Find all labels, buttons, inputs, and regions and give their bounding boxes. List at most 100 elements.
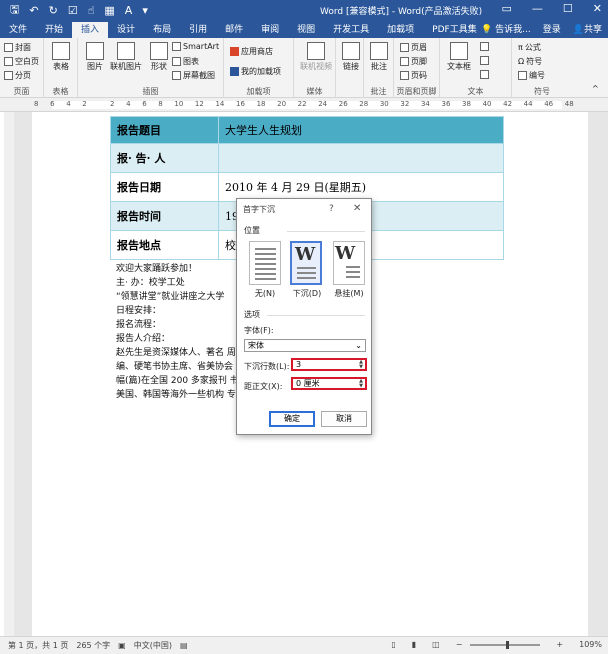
option-margin-label[interactable]: 悬挂(M) [333,288,365,299]
ribbon-display-icon[interactable]: ▭ [502,2,512,15]
spinner-icon[interactable]: ▲ ▼ [358,360,364,370]
link-button[interactable]: 链接 [336,40,366,72]
read-mode-icon[interactable]: ▯ [391,640,395,649]
tab-references[interactable]: 引用 [180,22,216,38]
collapse-ribbon-icon[interactable]: ^ [592,84,599,93]
textbox-button[interactable]: 文本框 [442,40,476,72]
shapes-button[interactable]: 形状 [144,40,174,72]
zoom-level[interactable]: 109% [579,640,602,649]
tab-insert[interactable]: 插入 [72,22,109,38]
zoom-in-icon[interactable]: + [556,640,563,649]
option-drop[interactable]: W [290,241,322,285]
close-icon[interactable]: ✕ [593,2,602,15]
table-button[interactable]: 表格 [46,40,76,72]
tab-review[interactable]: 审阅 [252,22,288,38]
tab-addins[interactable]: 加载项 [378,22,423,38]
macro-icon[interactable]: ▤ [180,641,188,650]
customize-icon[interactable]: ▾ [142,4,148,17]
smartart-button[interactable]: SmartArt [172,42,219,51]
font-select[interactable]: 宋体 ⌄ [244,339,366,352]
ruler-numbers: 8 6 4 2 2 4 6 8 10 12 14 16 18 20 22 24 26 28 30 32 34 36 38 40… [34,100,574,108]
tab-home[interactable]: 开始 [36,22,72,38]
undo-icon[interactable]: ↶ [29,4,38,17]
print-layout-icon[interactable]: ▮ [412,640,416,649]
tab-mailings[interactable]: 邮件 [216,22,252,38]
table-cell-label[interactable]: 报告日期 [110,172,219,202]
tab-pdf-tools[interactable]: PDF工具集 [423,22,486,38]
number-button[interactable]: 编号 [518,70,545,81]
save-icon[interactable]: 🖫 [10,1,19,20]
horizontal-ruler[interactable]: 8 6 4 2 2 4 6 8 10 12 14 16 18 20 22 24 26 28 30 32 34 36 38 40… [0,98,608,112]
cancel-button[interactable]: 取消 [321,411,367,427]
maximize-icon[interactable]: ☐ [563,2,573,15]
picture-button[interactable]: 图片 [80,40,110,72]
vertical-ruler[interactable] [4,112,14,636]
chart-button[interactable]: 图表 [172,56,199,67]
ok-button[interactable]: 确定 [269,411,315,427]
format-icon[interactable]: ▦ [104,4,114,17]
table-cell-label[interactable]: 报告地点 [110,230,219,260]
tab-view[interactable]: 视图 [288,22,324,38]
comment-button[interactable]: 批注 [364,40,394,72]
wordart-icon[interactable] [480,56,489,65]
touch-icon[interactable]: ☝ [88,4,95,17]
status-right: ▯ ▮ ◫ − + 109% [383,640,602,649]
cover-button[interactable]: 封面 [4,42,31,53]
table-cell-label[interactable]: 报· 告· 人 [110,143,219,173]
blank-page-button[interactable]: 空白页 [4,56,39,67]
redo-icon[interactable]: ↻ [49,4,58,17]
login-button[interactable]: 登录 [543,22,561,35]
quick-parts-icon[interactable] [480,42,489,51]
online-video-button[interactable]: 联机视频 [298,40,334,72]
word-count[interactable]: 265 个字 [76,640,110,651]
zoom-slider[interactable] [470,640,541,649]
option-none[interactable] [249,241,281,285]
screenshot-button[interactable]: 屏幕截图 [172,70,215,81]
page-number-button[interactable]: 页码 [400,70,427,81]
option-margin[interactable]: W [333,241,365,285]
checkbox-icon[interactable]: ☑ [68,4,78,17]
number-icon [518,71,527,80]
lines-icon [346,266,360,281]
store-button[interactable]: 应用商店 [230,46,273,57]
tab-layout[interactable]: 布局 [144,22,180,38]
lines-label: 下沉行数(L): [244,362,290,371]
page-count[interactable]: 第 1 页，共 1 页 [8,640,68,651]
chart-icon [172,57,181,66]
share-button[interactable]: 👤共享 [573,22,602,35]
page-break-button[interactable]: 分页 [4,70,31,81]
footer-button[interactable]: 页脚 [400,56,427,67]
table-cell-label[interactable]: 报告题目 [110,116,219,144]
tab-design[interactable]: 设计 [108,22,144,38]
font-color-icon[interactable]: A [125,4,133,17]
tab-developer[interactable]: 开发工具 [324,22,378,38]
dropcap-icon[interactable] [480,70,489,79]
help-icon[interactable]: ? [329,204,334,214]
proofing-icon[interactable]: ▣ [118,641,126,650]
my-addins-button[interactable]: 我的加载项 [230,66,281,77]
title-bar: 🖫 ↶ ↻ ☑ ☝ ▦ A ▾ Word [兼容模式] - Word(产品激活失… [0,0,608,20]
ruler-number: 24 [318,100,328,108]
equation-button[interactable]: π 公式 [518,42,541,53]
option-drop-label[interactable]: 下沉(D) [291,288,323,299]
language[interactable]: 中文(中国) [134,640,172,651]
header-button[interactable]: 页眉 [400,42,427,53]
comment-icon [370,42,388,60]
tell-me-input[interactable]: 💡 告诉我... [481,22,531,35]
close-icon[interactable]: ✕ [353,203,361,214]
online-picture-button[interactable]: 联机图片 [108,40,144,72]
lines-input[interactable]: 3 ▲ ▼ [291,358,367,371]
symbol-button[interactable]: Ω 符号 [518,56,542,67]
table-cell-value[interactable] [218,143,504,173]
table-cell-value[interactable]: 大学生人生规划 [218,116,504,144]
spinner-icon[interactable]: ▲ ▼ [358,379,364,389]
zoom-out-icon[interactable]: − [456,640,463,649]
minimize-icon[interactable]: — [532,2,543,15]
table-cell-label[interactable]: 报告时间 [110,201,219,231]
option-none-label[interactable]: 无(N) [249,288,281,299]
distance-input[interactable]: 0 厘米 ▲ ▼ [291,377,367,390]
ruler-number: 2 [110,100,115,108]
web-layout-icon[interactable]: ◫ [432,640,440,649]
tab-file[interactable]: 文件 [0,22,36,38]
ruler-number: 26 [338,100,348,108]
